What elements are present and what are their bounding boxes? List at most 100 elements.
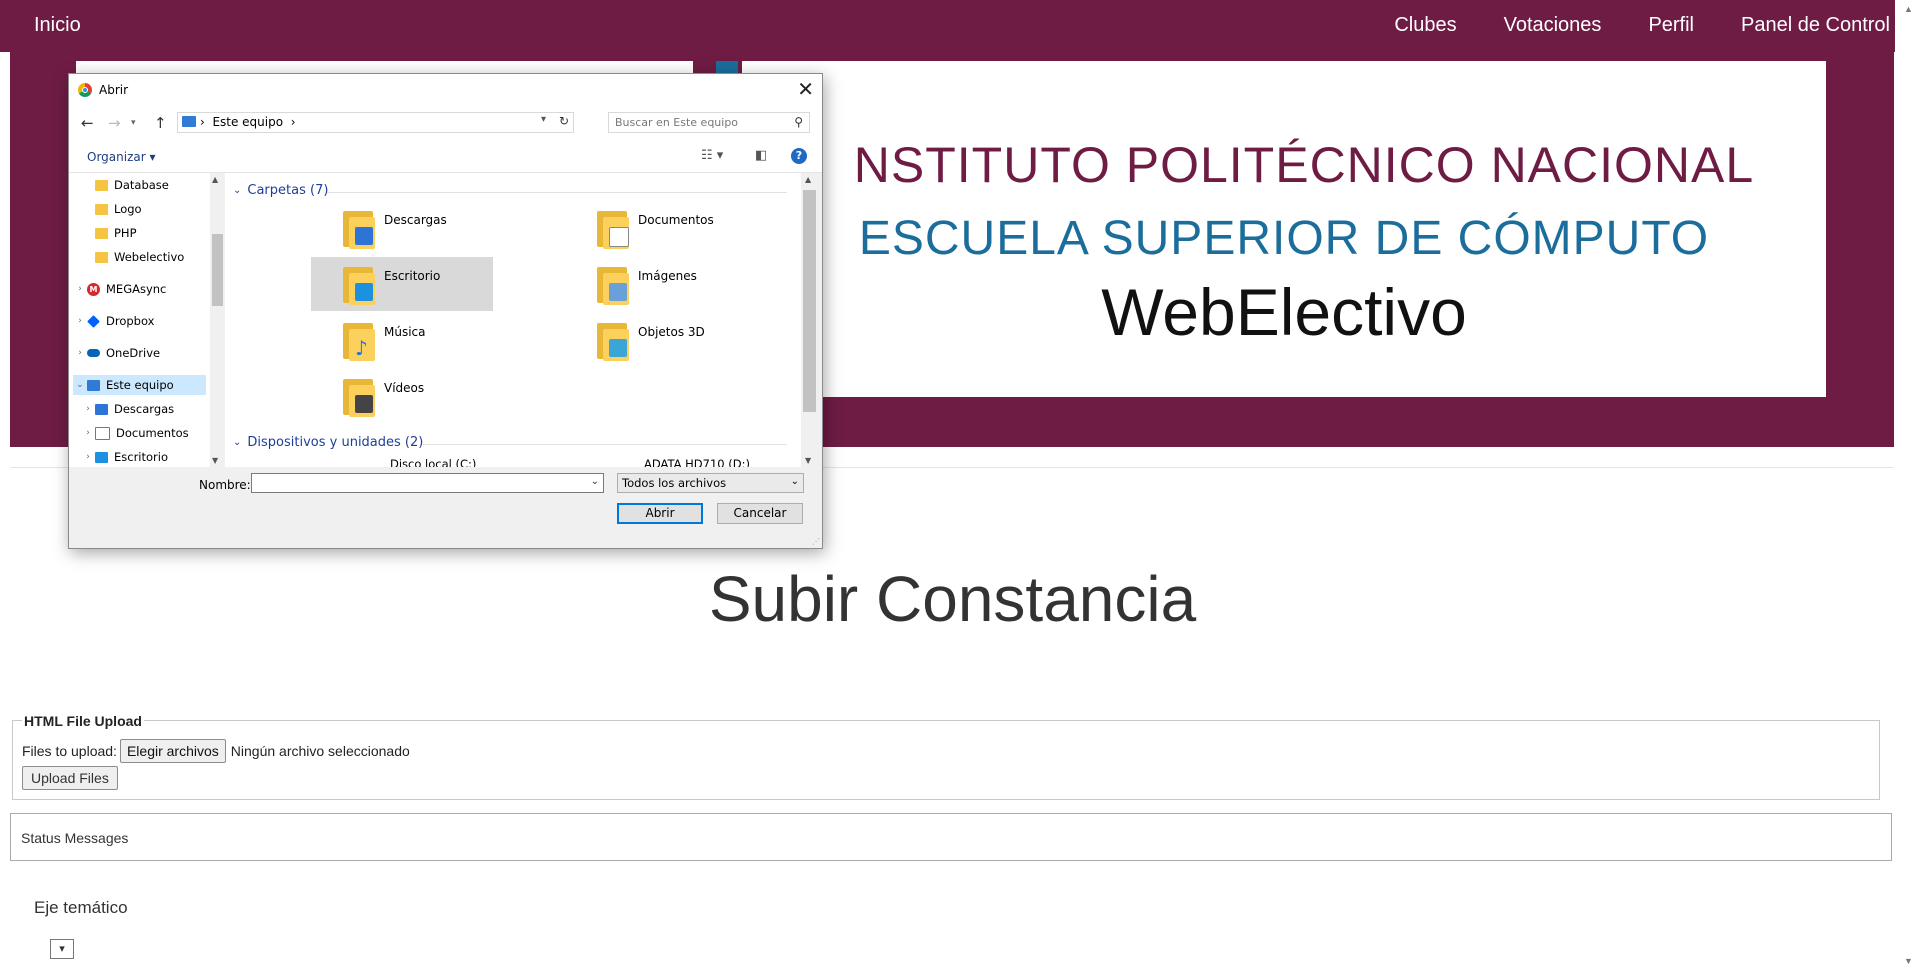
address-dropdown-icon[interactable]: ▾ [541, 114, 546, 125]
organize-label: Organizar [87, 150, 146, 164]
upload-files-button[interactable]: Upload Files [22, 766, 118, 790]
picture-icon [609, 283, 627, 301]
cancel-button[interactable]: Cancelar [717, 503, 803, 524]
scroll-up-arrow-icon[interactable]: ▲ [805, 175, 811, 184]
scroll-up-arrow-icon[interactable]: ▲ [212, 175, 218, 184]
address-bar[interactable]: › Este equipo › ▾ ↻ [177, 112, 574, 133]
folder-tile-label: Escritorio [384, 269, 441, 283]
back-arrow-icon[interactable]: ← [81, 114, 94, 132]
tree-item-este-equipo[interactable]: ⌄ Este equipo [73, 375, 206, 395]
filename-input[interactable]: ⌄ [251, 473, 604, 493]
tree-item-label: Este equipo [106, 378, 174, 392]
refresh-icon[interactable]: ↻ [559, 114, 569, 128]
folder-tile-imagenes[interactable]: Imágenes [565, 257, 747, 311]
film-strip-icon [355, 395, 373, 413]
close-icon[interactable]: ✕ [797, 77, 814, 101]
tree-item-php[interactable]: PHP [95, 223, 137, 243]
nav-link-votaciones[interactable]: Votaciones [1504, 14, 1602, 37]
tree-item-megasync[interactable]: › M MEGAsync [73, 279, 166, 299]
file-upload-form: HTML File Upload Files to upload: Elegir… [12, 713, 1880, 800]
dialog-toolbar: Organizar ▾ ☷ ▾ ◧ ? [69, 140, 822, 173]
group-divider [327, 192, 787, 193]
file-list-scroll-thumb[interactable] [803, 190, 816, 412]
folder-icon [95, 227, 108, 239]
recent-chevron-down-icon[interactable]: ▾ [131, 118, 136, 128]
scroll-down-arrow-icon[interactable]: ▼ [1904, 956, 1913, 966]
folder-tile-videos[interactable]: Vídeos [311, 369, 493, 423]
tree-item-label: Documentos [116, 426, 189, 440]
choose-files-button[interactable]: Elegir archivos [119, 739, 226, 763]
tree-item-label: Escritorio [114, 450, 169, 464]
tree-item-dropbox[interactable]: › Dropbox [73, 311, 154, 331]
group-header-dispositivos[interactable]: ⌄ Dispositivos y unidades (2) [233, 435, 423, 450]
top-navbar: Inicio Clubes Votaciones Perfil Panel de… [0, 0, 1895, 52]
eje-tematico-select[interactable]: ▾ [50, 939, 74, 959]
drive-d-label[interactable]: ADATA HD710 (D:) [644, 457, 750, 467]
group-divider [423, 444, 787, 445]
collapse-chevron-icon[interactable]: ⌄ [73, 380, 87, 390]
expand-chevron-icon[interactable]: › [81, 404, 95, 414]
drive-c-label[interactable]: Disco local (C:) [390, 457, 476, 467]
nav-link-clubes[interactable]: Clubes [1394, 14, 1456, 37]
expand-chevron-icon[interactable]: › [81, 428, 95, 438]
up-arrow-icon[interactable]: ↑ [154, 114, 167, 132]
resize-grip-icon[interactable]: ⋰ [812, 537, 820, 546]
no-file-text: Ningún archivo seleccionado [230, 743, 410, 759]
nav-home-link[interactable]: Inicio [34, 14, 81, 37]
scroll-up-arrow-icon[interactable]: ▲ [1904, 4, 1913, 14]
address-row: ← → ▾ ↑ › Este equipo › ▾ ↻ Buscar en Es… [69, 106, 822, 140]
chrome-icon [78, 83, 92, 97]
folder-tile-escritorio[interactable]: Escritorio [311, 257, 493, 311]
expand-chevron-icon[interactable]: › [73, 284, 87, 294]
nav-link-perfil[interactable]: Perfil [1648, 14, 1694, 37]
videos-folder-icon [343, 373, 375, 417]
search-input[interactable]: Buscar en Este equipo ⚲ [608, 112, 810, 133]
mega-icon: M [87, 282, 100, 296]
tree-item-escritorio[interactable]: › Escritorio [81, 447, 168, 467]
folder-tile-musica[interactable]: ♪ Música [311, 313, 493, 367]
page-scrollbar[interactable] [1902, 0, 1919, 970]
navigation-pane-scrollbar[interactable] [210, 173, 225, 467]
tree-item-webelectivo[interactable]: Webelectivo [95, 247, 184, 267]
folder-tile-documentos[interactable]: Documentos [565, 201, 747, 255]
group-header-carpetas[interactable]: ⌄ Carpetas (7) [233, 183, 328, 198]
upload-legend: HTML File Upload [22, 713, 144, 729]
expand-chevron-icon[interactable]: › [73, 348, 87, 358]
folder-tile-descargas[interactable]: Descargas [311, 201, 493, 255]
tree-item-documentos[interactable]: › Documentos [81, 423, 189, 443]
expand-chevron-icon[interactable]: › [73, 316, 87, 326]
organize-menu-button[interactable]: Organizar ▾ [87, 150, 156, 164]
view-options-icon[interactable]: ☷ ▾ [701, 148, 723, 163]
preview-pane-icon[interactable]: ◧ [755, 148, 767, 163]
chevron-down-icon[interactable]: ⌄ [591, 476, 599, 487]
navigation-pane-scroll-thumb[interactable] [212, 234, 223, 306]
folder-tile-objetos-3d[interactable]: Objetos 3D [565, 313, 747, 367]
file-type-value: Todos los archivos [622, 476, 727, 490]
open-button[interactable]: Abrir [617, 503, 703, 524]
music-folder-icon: ♪ [343, 317, 375, 361]
cube-icon [609, 339, 627, 357]
scroll-down-arrow-icon[interactable]: ▼ [805, 456, 811, 465]
dialog-footer: Nombre: ⌄ Todos los archivos ⌄ Abrir Can… [69, 468, 822, 548]
file-type-select[interactable]: Todos los archivos ⌄ [617, 473, 804, 493]
folder-tile-label: Objetos 3D [638, 325, 705, 339]
group-label: Dispositivos y unidades (2) [247, 435, 424, 450]
scroll-down-arrow-icon[interactable]: ▼ [212, 456, 218, 465]
tree-item-descargas[interactable]: › Descargas [81, 399, 174, 419]
chevron-down-icon: ⌄ [790, 476, 799, 487]
page-title: Subir Constancia [708, 563, 1197, 635]
tree-item-logo[interactable]: Logo [95, 199, 142, 219]
search-icon: ⚲ [794, 115, 803, 129]
downloads-arrow-icon [355, 227, 373, 245]
tree-item-database[interactable]: Database [95, 175, 169, 195]
files-row: Files to upload: Elegir archivos Ningún … [22, 739, 410, 763]
tree-item-label: Webelectivo [114, 250, 185, 264]
forward-arrow-icon[interactable]: → [108, 114, 121, 132]
tree-item-label: OneDrive [106, 346, 161, 360]
help-icon[interactable]: ? [791, 148, 807, 164]
downloads-folder-icon [343, 205, 375, 249]
tree-item-onedrive[interactable]: › OneDrive [73, 343, 160, 363]
nav-link-panel-control[interactable]: Panel de Control [1741, 14, 1890, 37]
chevron-down-icon: ⌄ [233, 185, 242, 196]
expand-chevron-icon[interactable]: › [81, 452, 95, 462]
